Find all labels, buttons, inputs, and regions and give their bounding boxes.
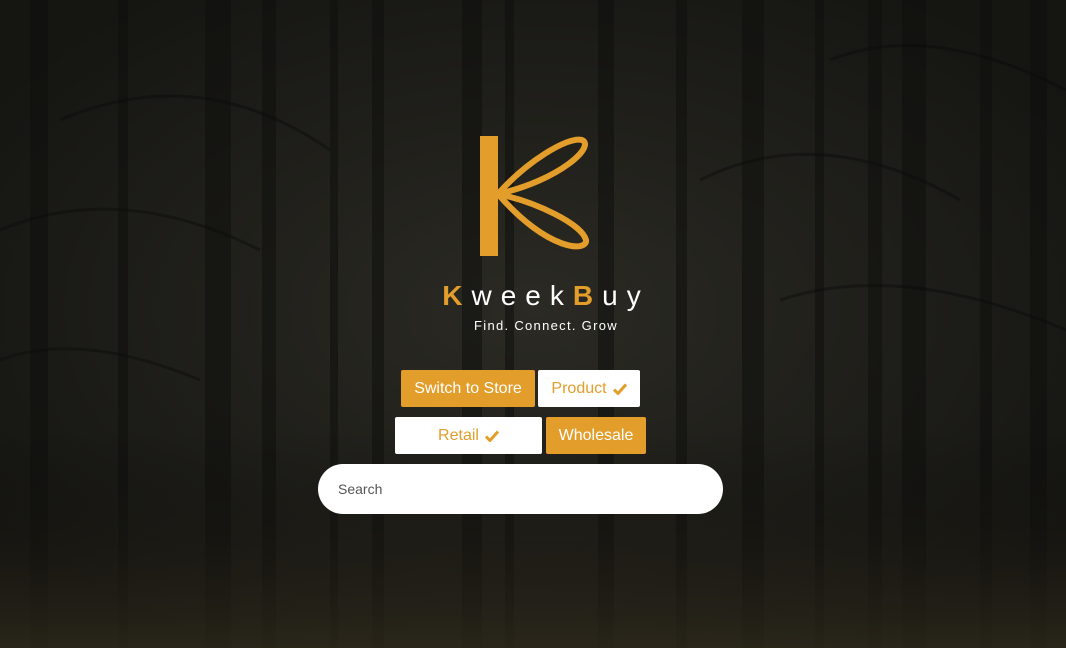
switch-to-store-label: Switch to Store — [414, 379, 522, 397]
check-icon — [484, 430, 499, 442]
brand-text-uy: uy — [602, 280, 650, 311]
retail-label: Retail — [438, 426, 479, 444]
wholesale-toggle-button[interactable]: Wholesale — [546, 417, 646, 454]
brand-letter-b: B — [572, 280, 603, 311]
check-icon — [612, 383, 627, 395]
search-input[interactable] — [318, 464, 723, 514]
brand-letter-k: K — [442, 280, 472, 311]
retail-toggle-button[interactable]: Retail — [395, 417, 542, 454]
landing-page: KweekBuy Find. Connect. Grow Switch to S… — [0, 0, 1066, 648]
brand-tagline: Find. Connect. Grow — [474, 318, 618, 333]
product-toggle-button[interactable]: Product — [538, 370, 640, 407]
switch-to-store-button[interactable]: Switch to Store — [401, 370, 535, 407]
brand-wordmark: KweekBuy — [0, 280, 1066, 312]
brand-text-week: week — [471, 280, 573, 311]
kb-monogram-icon — [480, 136, 589, 256]
wholesale-label: Wholesale — [558, 426, 634, 444]
product-label: Product — [551, 379, 607, 397]
